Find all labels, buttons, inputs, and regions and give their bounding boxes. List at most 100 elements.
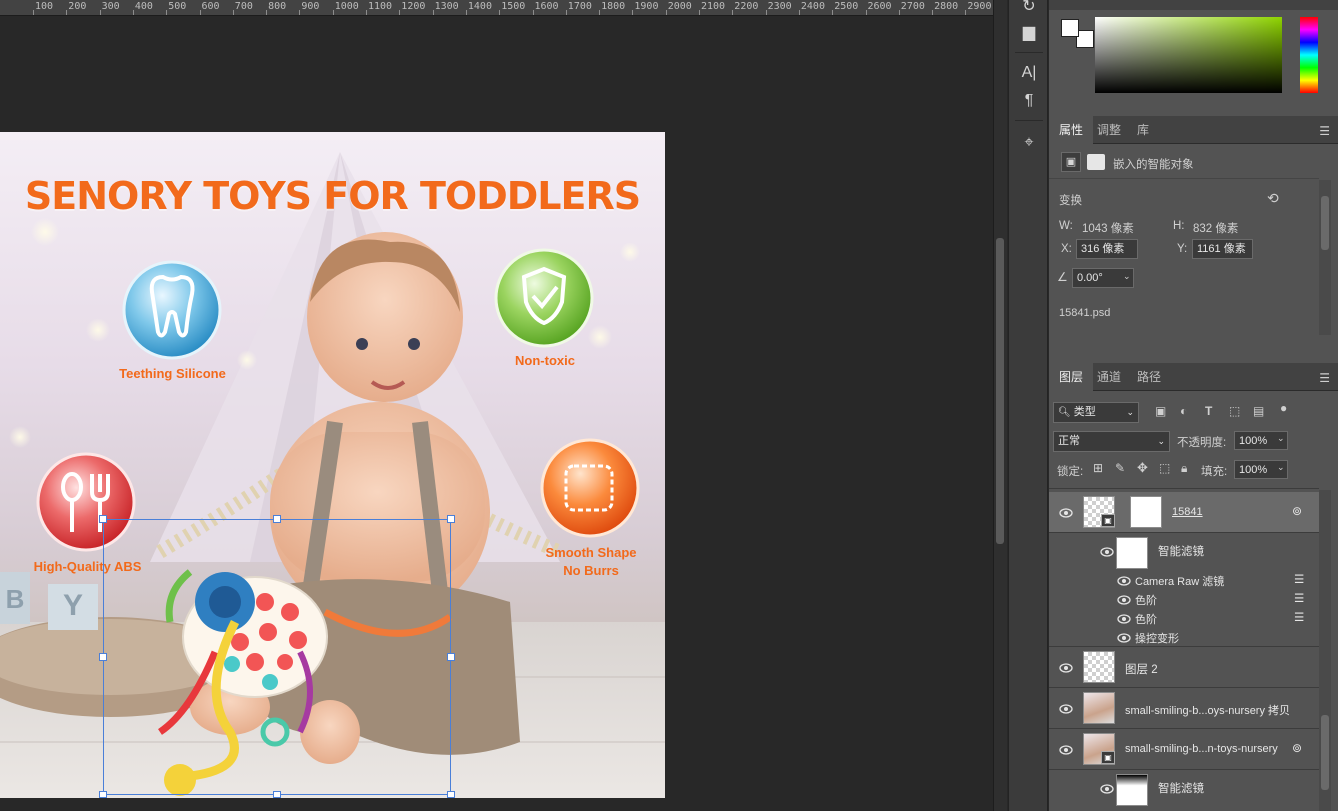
smart-object-link-icon: ⊚ xyxy=(1292,504,1303,518)
libraries-search-icon[interactable]: ⌖ xyxy=(1018,132,1040,154)
ruler-label: 100 xyxy=(35,1,54,12)
foreground-color-swatch[interactable] xyxy=(1061,19,1079,37)
transform-bounding-box[interactable] xyxy=(103,519,451,795)
smart-object-badge-icon: ▣ xyxy=(1101,514,1115,527)
y-input[interactable]: 1161 像素 xyxy=(1192,239,1253,259)
visibility-eye-icon[interactable] xyxy=(1100,547,1114,557)
transform-handle-tl[interactable] xyxy=(99,515,107,523)
transform-handle-tr[interactable] xyxy=(447,515,455,523)
layer-row-photo[interactable]: ▣ small-smiling-b...n-toys-nursery ⊚ xyxy=(1049,729,1319,770)
filter-options-icon[interactable]: ☰ xyxy=(1294,572,1304,586)
h-value[interactable]: 832 像素 xyxy=(1193,220,1238,236)
layer-name[interactable]: small-smiling-b...oys-nursery 拷贝 xyxy=(1125,702,1290,718)
smart-object-filter-icon[interactable]: ▤ xyxy=(1253,404,1264,418)
visibility-eye-icon[interactable] xyxy=(1117,595,1131,605)
tab-channels[interactable]: 通道 xyxy=(1087,363,1131,391)
tab-paths[interactable]: 路径 xyxy=(1127,363,1171,391)
lock-paint-icon[interactable]: ✎ xyxy=(1115,461,1125,475)
properties-menu-icon[interactable]: ☰ xyxy=(1319,124,1330,138)
opacity-label: 不透明度: xyxy=(1177,437,1227,449)
ruler-label: 200 xyxy=(68,1,87,12)
properties-scroll-thumb[interactable] xyxy=(1321,196,1329,250)
properties-tabbar: 属性 调整 库 ☰ xyxy=(1049,116,1338,144)
color-field[interactable] xyxy=(1095,17,1282,93)
ruler-label: 1200 xyxy=(401,1,426,12)
hue-slider[interactable] xyxy=(1300,17,1318,93)
transform-handle-bm[interactable] xyxy=(273,791,281,798)
visibility-eye-icon[interactable] xyxy=(1059,745,1073,755)
visibility-eye-icon[interactable] xyxy=(1100,784,1114,794)
filter-row-camera-raw[interactable]: Camera Raw 滤镜 ☰ xyxy=(1049,571,1319,590)
x-input[interactable]: 316 像素 xyxy=(1076,239,1138,259)
lock-artboard-icon[interactable]: ⬚ xyxy=(1159,461,1170,475)
type-filter-icon[interactable]: T xyxy=(1205,404,1212,418)
transform-handle-bl[interactable] xyxy=(99,791,107,798)
filter-toggle-icon[interactable]: ● xyxy=(1280,401,1287,415)
lock-all-icon[interactable]: 🔒︎ xyxy=(1181,461,1187,476)
character-icon[interactable]: A| xyxy=(1018,62,1040,84)
canvas-scroll-thumb[interactable] xyxy=(996,238,1004,544)
filter-kind-value: 类型 xyxy=(1073,406,1096,418)
layer-row-layer-2[interactable]: 图层 2 xyxy=(1049,647,1319,688)
document-image[interactable]: SENORY TOYS FOR TODDLERS Teething Silico… xyxy=(0,132,665,798)
opacity-dropdown-icon[interactable]: ⌄ xyxy=(1277,433,1285,444)
visibility-eye-icon[interactable] xyxy=(1117,576,1131,586)
history-icon[interactable]: ↻ xyxy=(1018,0,1040,18)
layer-thumbnail xyxy=(1083,692,1115,724)
transform-handle-tm[interactable] xyxy=(273,515,281,523)
visibility-eye-icon[interactable] xyxy=(1059,704,1073,714)
layer-row-photo-copy[interactable]: small-smiling-b...oys-nursery 拷贝 xyxy=(1049,688,1319,729)
ruler-label: 500 xyxy=(168,1,187,12)
panel-icon-bar: ↻ ▆ A| ¶ ⌖ xyxy=(1008,0,1048,811)
visibility-eye-icon[interactable] xyxy=(1059,508,1073,518)
filter-row-levels-1[interactable]: 色阶 ☰ xyxy=(1049,590,1319,609)
reset-transform-icon[interactable]: ⟲ xyxy=(1267,190,1279,207)
wood-block-y: Y xyxy=(62,589,83,622)
layer-name[interactable]: 图层 2 xyxy=(1125,661,1158,677)
fill-dropdown-icon[interactable]: ⌄ xyxy=(1277,462,1285,473)
chevron-down-icon: ⌄ xyxy=(1157,436,1165,446)
lock-position-icon[interactable]: ✥ xyxy=(1137,460,1148,476)
filter-options-icon[interactable]: ☰ xyxy=(1294,591,1304,605)
transform-handle-mr[interactable] xyxy=(447,653,455,661)
w-value[interactable]: 1043 像素 xyxy=(1082,220,1134,236)
layers-menu-icon[interactable]: ☰ xyxy=(1319,371,1330,385)
paragraph-icon[interactable]: ¶ xyxy=(1018,90,1040,112)
visibility-eye-icon[interactable] xyxy=(1117,614,1131,624)
layer-filter-select[interactable]: 🔍︎ 类型 ⌄ xyxy=(1053,402,1139,423)
filter-row-levels-2[interactable]: 色阶 ☰ xyxy=(1049,609,1319,628)
ruler-label: 400 xyxy=(134,1,153,12)
mask-icon[interactable] xyxy=(1087,154,1105,170)
angle-dropdown-icon[interactable]: ⌄ xyxy=(1123,271,1131,282)
smart-filter-mask-thumbnail[interactable] xyxy=(1116,537,1148,569)
pixel-filter-icon[interactable]: ▣ xyxy=(1155,404,1166,418)
tab-adjustments[interactable]: 调整 xyxy=(1087,116,1131,144)
visibility-eye-icon[interactable] xyxy=(1059,663,1073,673)
layer-row-15841[interactable]: ▣ 15841 ⊚ xyxy=(1049,492,1319,533)
layers-scroll-thumb[interactable] xyxy=(1321,715,1329,790)
layer-row-smart-filters-2[interactable]: 智能滤镜 xyxy=(1049,770,1319,811)
horizontal-ruler[interactable]: 100 200 300 400 500 600 700 800 900 1000 1100 1200 1… xyxy=(0,0,993,16)
iconbar-divider-2 xyxy=(1015,120,1043,121)
layer-name: 智能滤镜 xyxy=(1158,783,1204,795)
layer-name[interactable]: small-smiling-b...n-toys-nursery xyxy=(1125,743,1278,755)
layer-row-smart-filters[interactable]: 智能滤镜 xyxy=(1049,533,1319,571)
transform-handle-br[interactable] xyxy=(447,791,455,798)
object-type-label: 嵌入的智能对象 xyxy=(1113,159,1194,171)
filter-mask-thumbnail[interactable] xyxy=(1130,496,1162,528)
tab-libraries[interactable]: 库 xyxy=(1127,116,1159,144)
shape-filter-icon[interactable]: ⬚ xyxy=(1229,404,1240,418)
smart-filter-mask-thumbnail[interactable] xyxy=(1116,774,1148,806)
filter-row-puppet-warp[interactable]: 操控变形 xyxy=(1049,628,1319,647)
brush-settings-icon[interactable]: ▆ xyxy=(1018,22,1040,44)
ruler-label: 1600 xyxy=(534,1,559,12)
layer-name[interactable]: 15841 xyxy=(1172,506,1203,518)
visibility-eye-icon[interactable] xyxy=(1117,633,1131,643)
lock-transparent-icon[interactable]: ⊞ xyxy=(1093,461,1103,475)
ruler-label: 2800 xyxy=(934,1,959,12)
transform-handle-ml[interactable] xyxy=(99,653,107,661)
ruler-label: 800 xyxy=(268,1,287,12)
blend-mode-select[interactable]: 正常 ⌄ xyxy=(1053,431,1170,452)
adjustment-filter-icon[interactable]: ◐ xyxy=(1180,404,1187,418)
filter-options-icon[interactable]: ☰ xyxy=(1294,610,1304,624)
